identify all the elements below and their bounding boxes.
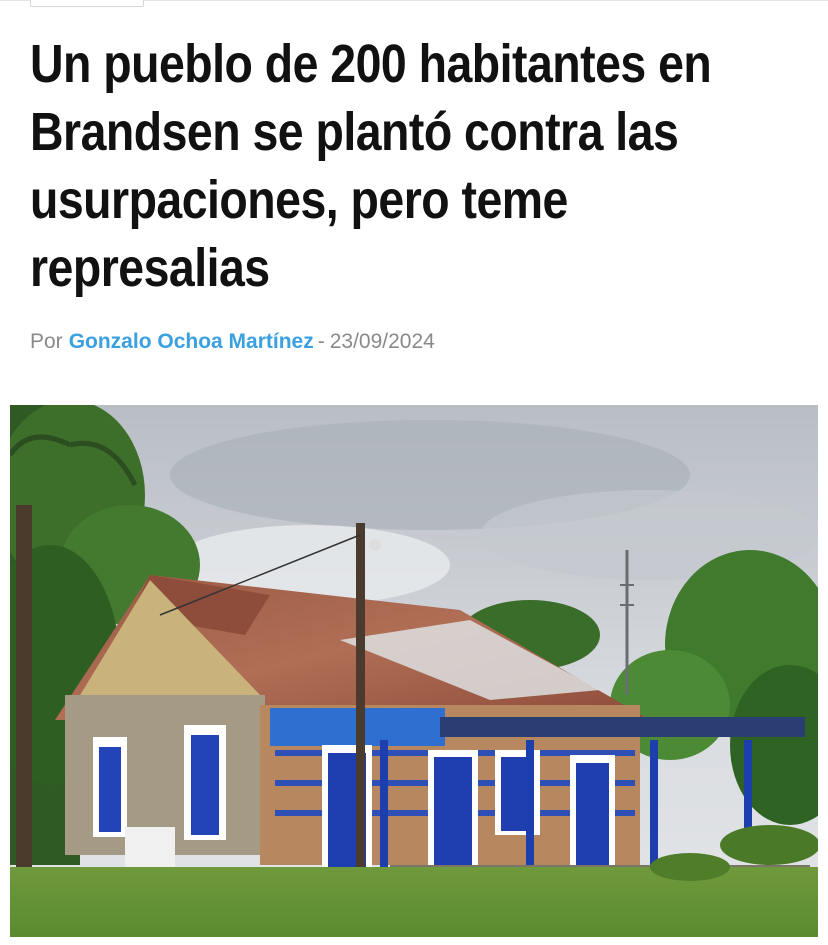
- author-link[interactable]: Gonzalo Ochoa Martínez: [69, 330, 314, 353]
- byline-prefix: Por: [30, 330, 63, 353]
- article-headline: Un pueblo de 200 habitantes en Brandsen …: [30, 34, 712, 298]
- category-tab[interactable]: [30, 0, 144, 7]
- photo-train-station: [10, 405, 818, 937]
- article-byline: Por Gonzalo Ochoa Martínez -23/09/2024: [30, 328, 435, 356]
- byline-separator: -: [317, 330, 325, 353]
- article-photo[interactable]: [10, 405, 818, 937]
- article-date: 23/09/2024: [329, 330, 435, 353]
